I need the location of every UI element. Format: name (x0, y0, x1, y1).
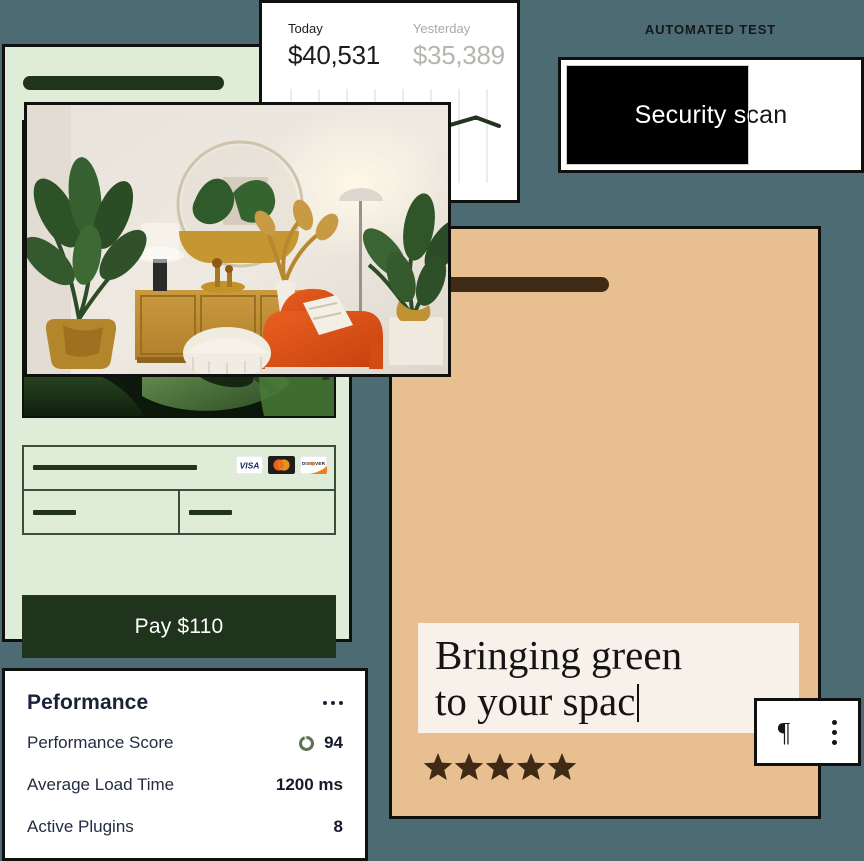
card-cvc-field[interactable] (180, 491, 334, 533)
visa-icon: VISA (236, 456, 263, 474)
metric-value: 94 (324, 733, 343, 752)
headline-text-editor[interactable]: Bringing green to your spac (418, 623, 799, 733)
card-cvc-placeholder (189, 510, 232, 515)
pilcrow-icon[interactable]: ¶ (757, 717, 811, 748)
discover-icon: DISC VER (300, 456, 327, 474)
dot (339, 701, 343, 705)
page-title: Peformance (27, 691, 149, 714)
svg-text:VISA: VISA (240, 461, 260, 471)
card-details-fieldset: VISA DISC VER (22, 445, 336, 535)
headline-line-2-wrapper: to your spac (435, 678, 799, 724)
metric-value-group: 94 (298, 733, 343, 753)
security-scan-label-inverted: Security scan (634, 100, 749, 129)
checkout-title-placeholder-bar (23, 76, 224, 90)
metric-value: 8 (333, 817, 343, 836)
canvas-background: VISA DISC VER Pay $110 Today $40,531 Yes… (0, 0, 864, 861)
mastercard-icon (268, 456, 295, 474)
metric-label: Performance Score (27, 733, 174, 752)
revenue-yesterday: Yesterday $35,389 (413, 21, 505, 71)
dot (831, 739, 837, 745)
card-number-field[interactable]: VISA DISC VER (24, 447, 334, 491)
performance-overflow-menu-icon[interactable] (321, 695, 345, 711)
overflow-menu-icon[interactable] (811, 719, 857, 745)
card-expiry-field[interactable] (24, 491, 180, 533)
automated-test-label: AUTOMATED TEST (644, 22, 777, 37)
revenue-yesterday-value: $35,389 (412, 40, 505, 70)
dot (831, 719, 837, 725)
metric-label: Active Plugins (27, 817, 134, 836)
performance-header: Peformance (27, 691, 345, 715)
security-scan-card: Security scan Security scan (558, 57, 864, 173)
revenue-stats: Today $40,531 Yesterday $35,389 (288, 21, 505, 71)
performance-card: Peformance Performance Score 94 Average … (2, 668, 368, 861)
dot (331, 701, 335, 705)
table-row: Active Plugins 8 (27, 817, 343, 837)
metric-value: 1200 ms (275, 775, 343, 794)
format-toolbar: ¶ (754, 698, 861, 766)
revenue-yesterday-label: Yesterday (412, 21, 471, 36)
interior-living-room-photo (24, 102, 451, 377)
dot (323, 701, 327, 705)
revenue-today-label: Today (288, 21, 323, 36)
card-number-placeholder (33, 465, 197, 470)
card-expiry-placeholder (33, 510, 76, 515)
security-scan-label-inverted-clip: Security scan (561, 60, 749, 170)
card-brand-logos: VISA DISC VER (236, 456, 327, 474)
score-ring-icon (299, 735, 315, 751)
text-cursor (637, 684, 640, 722)
table-row: Performance Score 94 (27, 733, 343, 753)
metric-label: Average Load Time (27, 775, 175, 794)
revenue-today-value: $40,531 (288, 40, 380, 70)
pay-button[interactable]: Pay $110 (22, 595, 336, 658)
dot (831, 729, 837, 735)
revenue-today: Today $40,531 (288, 21, 380, 71)
table-row: Average Load Time 1200 ms (27, 775, 343, 795)
headline-line-2: to your spac (435, 678, 636, 724)
star-rating[interactable] (423, 752, 593, 782)
headline-line-1: Bringing green (435, 632, 683, 678)
